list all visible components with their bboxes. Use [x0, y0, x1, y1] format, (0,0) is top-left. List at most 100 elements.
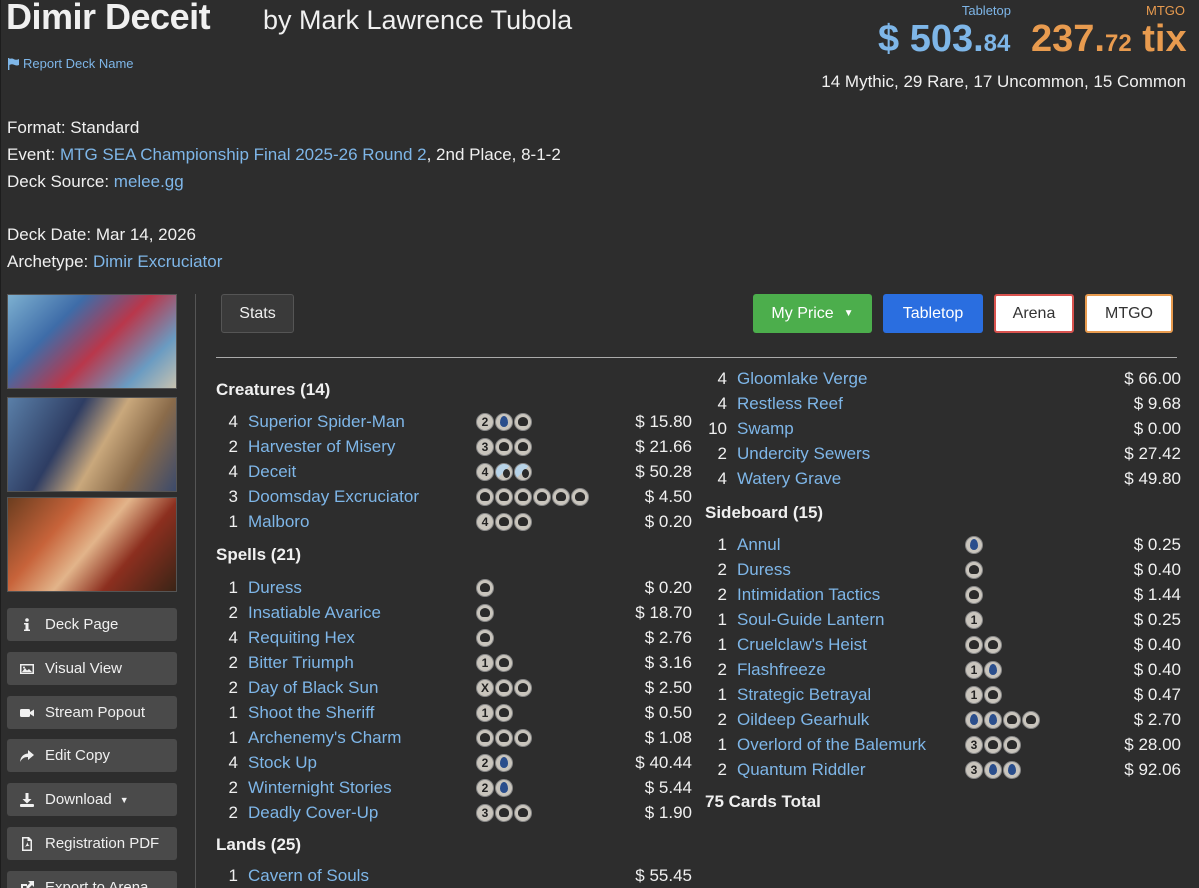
card-name-link[interactable]: Cruelclaw's Heist: [737, 635, 867, 655]
card-name-link[interactable]: Duress: [737, 560, 791, 580]
black-mana-icon: [495, 512, 513, 531]
card-name-link[interactable]: Day of Black Sun: [248, 678, 378, 698]
mtgo-button[interactable]: MTGO: [1085, 294, 1173, 333]
card-row: 1 Cruelclaw's Heist $ 0.40: [705, 632, 1181, 657]
black-mana-icon: [984, 685, 1002, 704]
card-name-link[interactable]: Deadly Cover-Up: [248, 803, 378, 823]
card-name-link[interactable]: Watery Grave: [737, 469, 841, 489]
visual-view-button[interactable]: Visual View: [7, 652, 177, 685]
card-row: 2 Deadly Cover-Up 3 $ 1.90: [216, 800, 692, 825]
card-price: $ 0.50: [644, 702, 692, 722]
card-name-link[interactable]: Swamp: [737, 419, 794, 439]
tabletop-button[interactable]: Tabletop: [883, 294, 983, 333]
card-name-link[interactable]: Strategic Betrayal: [737, 685, 871, 705]
card-quantity: 2: [717, 709, 727, 729]
black-mana-icon: [965, 635, 983, 654]
card-name-link[interactable]: Oildeep Gearhulk: [737, 710, 869, 730]
black-mana-icon: [476, 728, 494, 747]
source-link[interactable]: melee.gg: [114, 172, 184, 191]
edit-copy-button[interactable]: Edit Copy: [7, 739, 177, 772]
card-name-link[interactable]: Archenemy's Charm: [248, 728, 401, 748]
card-price: $ 15.80: [635, 411, 692, 431]
spells-list: 1 Duress $ 0.20 2 Insatiable Avarice $ 18.70 4…: [216, 575, 692, 825]
card-name-link[interactable]: Malboro: [248, 512, 309, 532]
mana-cost: 3: [965, 735, 1021, 754]
report-deck-name-link[interactable]: Report Deck Name: [7, 56, 134, 71]
card-price: $ 27.42: [1124, 443, 1181, 463]
arena-button[interactable]: Arena: [994, 294, 1074, 333]
card-price: $ 9.68: [1133, 393, 1181, 413]
card-name-link[interactable]: Winternight Stories: [248, 778, 392, 798]
black-mana-icon: [476, 487, 494, 506]
stream-popout-button[interactable]: Stream Popout: [7, 696, 177, 729]
black-mana-icon: [984, 735, 1002, 754]
card-name-link[interactable]: Annul: [737, 535, 780, 555]
black-mana-icon: [984, 635, 1002, 654]
card-price: $ 0.40: [1133, 634, 1181, 654]
mana-cost: 2: [476, 412, 532, 431]
card-name-link[interactable]: Deceit: [248, 462, 296, 482]
mana-cost: [476, 487, 589, 506]
card-row: 2 Winternight Stories 2 $ 5.44: [216, 775, 692, 800]
download-button[interactable]: Download ▼: [7, 783, 177, 816]
card-name-link[interactable]: Undercity Sewers: [737, 444, 870, 464]
card-row: 4 Stock Up 2 $ 40.44: [216, 750, 692, 775]
card-name-link[interactable]: Duress: [248, 578, 302, 598]
export-to-arena-button[interactable]: Export to Arena: [7, 871, 177, 888]
card-name-link[interactable]: Requiting Hex: [248, 628, 355, 648]
black-mana-icon: [514, 487, 532, 506]
event-link[interactable]: MTG SEA Championship Final 2025-26 Round…: [60, 145, 427, 164]
card-name-link[interactable]: Cavern of Souls: [248, 866, 369, 886]
black-mana-icon: [514, 803, 532, 822]
card-name-link[interactable]: Soul-Guide Lantern: [737, 610, 884, 630]
mana-cost: [476, 603, 494, 622]
spells-heading: Spells (21): [216, 545, 302, 564]
black-mana-icon: [495, 803, 513, 822]
card-name-link[interactable]: Insatiable Avarice: [248, 603, 381, 623]
card-row: 4 Watery Grave $ 49.80: [705, 466, 1181, 491]
format-value: Standard: [70, 118, 140, 137]
blue-mana-icon: [495, 412, 513, 431]
mana-cost: 1: [965, 610, 983, 629]
card-name-link[interactable]: Shoot the Sheriff: [248, 703, 374, 723]
black-mana-icon: [514, 437, 532, 456]
card-name-link[interactable]: Intimidation Tactics: [737, 585, 880, 605]
black-mana-icon: [552, 487, 570, 506]
card-row: 2 Flashfreeze 1 $ 0.40: [705, 657, 1181, 682]
black-mana-icon: [495, 703, 513, 722]
card-quantity: 2: [228, 802, 238, 822]
card-quantity: 1: [717, 609, 727, 629]
my-price-dropdown[interactable]: My Price ▼: [753, 294, 872, 333]
card-name-link[interactable]: Superior Spider-Man: [248, 412, 405, 432]
card-name-link[interactable]: Restless Reef: [737, 394, 843, 414]
hybrid-blue-black-mana-icon: [514, 462, 532, 481]
card-name-link[interactable]: Overlord of the Balemurk: [737, 735, 926, 755]
visual-view-label: Visual View: [45, 660, 122, 677]
lands-heading: Lands (25): [216, 835, 302, 854]
deck-page-label: Deck Page: [45, 616, 119, 633]
card-quantity: 2: [228, 677, 238, 697]
card-name-link[interactable]: Stock Up: [248, 753, 317, 773]
creatures-list: 4 Superior Spider-Man 2 $ 15.80 2 Harvester o…: [216, 409, 692, 534]
card-price: $ 2.76: [644, 627, 692, 647]
card-art-thumbnail[interactable]: [7, 397, 177, 492]
registration-pdf-button[interactable]: Registration PDF: [7, 827, 177, 860]
mana-cost: [965, 535, 983, 554]
report-deck-name-label: Report Deck Name: [23, 56, 134, 71]
card-name-link[interactable]: Harvester of Misery: [248, 437, 395, 457]
generic-mana-icon: 1: [965, 660, 983, 679]
mana-cost: [965, 560, 983, 579]
card-art-thumbnail[interactable]: [7, 497, 177, 592]
mana-cost: 4: [476, 512, 532, 531]
deck-page-button[interactable]: Deck Page: [7, 608, 177, 641]
card-name-link[interactable]: Doomsday Excruciator: [248, 487, 419, 507]
archetype-link[interactable]: Dimir Excruciator: [93, 252, 222, 271]
card-art-thumbnail[interactable]: [7, 294, 177, 389]
stats-button[interactable]: Stats: [221, 294, 294, 333]
card-price: $ 1.08: [644, 727, 692, 747]
card-name-link[interactable]: Quantum Riddler: [737, 760, 866, 780]
card-quantity: 4: [717, 368, 727, 388]
card-name-link[interactable]: Flashfreeze: [737, 660, 826, 680]
card-name-link[interactable]: Gloomlake Verge: [737, 369, 867, 389]
card-name-link[interactable]: Bitter Triumph: [248, 653, 354, 673]
